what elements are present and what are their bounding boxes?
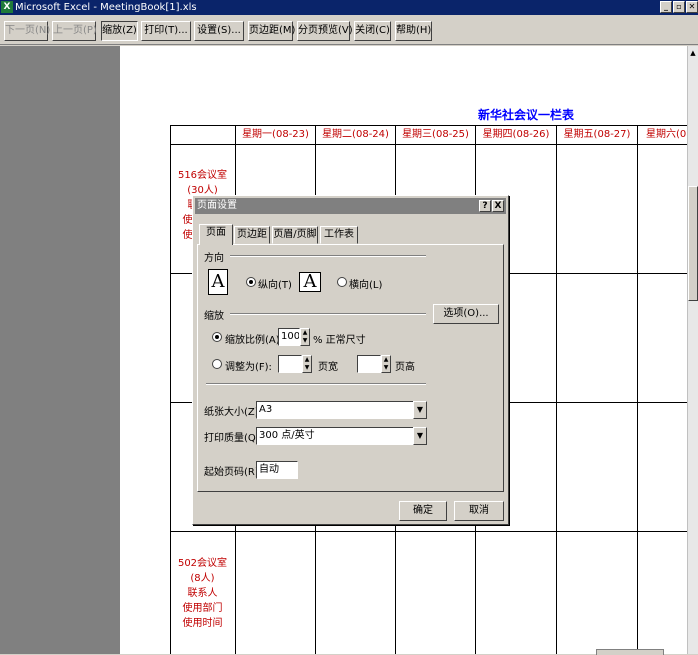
scale-spinner[interactable]: ▲ ▼	[300, 328, 310, 346]
room-time: 使用时间	[182, 618, 223, 629]
minimize-button[interactable]: _	[660, 1, 672, 13]
excel-icon: X	[1, 1, 13, 13]
paper-size-select[interactable]: A3	[256, 401, 414, 419]
tab-sheet[interactable]: 工作表	[320, 226, 358, 244]
grid-line	[170, 144, 687, 145]
portrait-icon: A	[208, 269, 228, 295]
landscape-label[interactable]: 横向(L)	[349, 276, 382, 291]
sheet-title: 新华社会议一栏表	[478, 108, 575, 122]
tab-page[interactable]: 页面	[199, 224, 233, 245]
dialog-title: 页面设置	[197, 200, 237, 211]
print-preview-toolbar: 下一页(N) 上一页(P) 缩放(Z) 打印(T)... 设置(S)... 页边…	[0, 15, 698, 45]
fit-tall-spinner[interactable]: ▲ ▼	[381, 355, 391, 373]
print-quality-select[interactable]: 300 点/英寸	[256, 427, 414, 445]
tab-panel: 方向 A 纵向(T) A 横向(L) 缩放 选项(O)... 缩放比例(A): …	[197, 244, 504, 492]
restore-button[interactable]: ▫	[673, 1, 685, 13]
day-header: 星期六(08	[646, 129, 687, 140]
margins-button[interactable]: 页边距(M)	[248, 21, 295, 41]
divider	[206, 383, 426, 385]
scroll-up-icon[interactable]: ▲	[689, 48, 697, 58]
page-break-preview-button[interactable]: 分页预览(V)	[297, 21, 353, 41]
fit-wide-spinner[interactable]: ▲ ▼	[302, 355, 312, 373]
room-name: 502会议室	[177, 558, 228, 569]
fit-tall-suffix: 页高	[395, 362, 415, 373]
window-titlebar: X Microsoft Excel - MeetingBook[1].xls _…	[0, 0, 698, 15]
day-header: 星期四(08-26)	[482, 129, 550, 140]
first-page-label: 起始页码(R):	[204, 467, 263, 478]
adjust-to-label[interactable]: 缩放比例(A):	[225, 331, 283, 346]
help-button[interactable]: 帮助(H)	[395, 21, 432, 41]
portrait-radio[interactable]	[246, 277, 256, 287]
page-setup-dialog: 页面设置 ? X 页面 页边距 页眉/页脚 工作表 方向 A 纵向(T) A 横…	[192, 195, 509, 525]
first-page-input[interactable]: 自动	[256, 461, 298, 479]
help-icon[interactable]: ?	[479, 200, 491, 212]
grid-line	[170, 531, 687, 532]
room-dept: 使用部门	[182, 603, 223, 614]
room-capacity: (8人)	[190, 573, 215, 584]
zoom-button[interactable]: 缩放(Z)	[101, 21, 138, 41]
room-contact: 联系人	[187, 588, 218, 599]
day-header: 星期二(08-24)	[322, 129, 389, 140]
divider	[230, 313, 426, 315]
fit-to-label[interactable]: 调整为(F):	[225, 358, 272, 373]
next-page-button[interactable]: 下一页(N)	[4, 21, 50, 41]
print-button[interactable]: 打印(T)...	[141, 21, 191, 41]
tab-margins[interactable]: 页边距	[234, 226, 270, 244]
dialog-close-button[interactable]: X	[492, 200, 504, 212]
adjust-to-suffix: % 正常尺寸	[313, 335, 366, 346]
status-button	[596, 649, 664, 655]
fit-wide-input[interactable]	[278, 355, 302, 373]
grid-line	[170, 125, 687, 126]
dialog-titlebar: 页面设置 ? X	[195, 198, 506, 214]
room-name: 516会议室	[177, 170, 228, 181]
scale-percent-input[interactable]: 100	[278, 328, 300, 346]
options-button[interactable]: 选项(O)...	[433, 304, 499, 324]
grid-line	[556, 125, 557, 654]
ok-button[interactable]: 确定	[399, 501, 447, 521]
chevron-down-icon[interactable]: ▼	[413, 427, 427, 445]
cancel-button[interactable]: 取消	[454, 501, 504, 521]
tab-header-footer[interactable]: 页眉/页脚	[272, 226, 318, 244]
landscape-radio[interactable]	[337, 277, 347, 287]
portrait-label[interactable]: 纵向(T)	[258, 276, 292, 291]
paper-size-label: 纸张大小(Z):	[204, 407, 263, 418]
preview-background	[0, 46, 120, 654]
adjust-to-radio[interactable]	[212, 332, 222, 342]
window-title: Microsoft Excel - MeetingBook[1].xls	[15, 2, 197, 13]
divider	[230, 255, 426, 257]
day-header: 星期五(08-27)	[563, 129, 631, 140]
close-preview-button[interactable]: 关闭(C)	[354, 21, 391, 41]
orientation-group-label: 方向	[204, 253, 224, 264]
scroll-thumb[interactable]	[688, 186, 698, 301]
scaling-group-label: 缩放	[204, 311, 224, 322]
print-quality-label: 打印质量(Q):	[204, 433, 264, 444]
day-header: 星期一(08-23)	[242, 129, 309, 140]
setup-button[interactable]: 设置(S)...	[194, 21, 244, 41]
previous-page-button[interactable]: 上一页(P)	[52, 21, 97, 41]
fit-wide-suffix: 页宽	[318, 362, 338, 373]
chevron-down-icon[interactable]: ▼	[413, 401, 427, 419]
landscape-icon: A	[299, 272, 321, 292]
close-window-button[interactable]: ✕	[686, 1, 698, 13]
fit-to-radio[interactable]	[212, 359, 222, 369]
fit-tall-input[interactable]	[357, 355, 381, 373]
grid-line	[637, 125, 638, 654]
vertical-scrollbar[interactable]: ▲	[687, 46, 698, 654]
day-header: 星期三(08-25)	[402, 129, 469, 140]
room-label: 502会议室 (8人) 联系人 使用部门 使用时间	[170, 556, 235, 631]
